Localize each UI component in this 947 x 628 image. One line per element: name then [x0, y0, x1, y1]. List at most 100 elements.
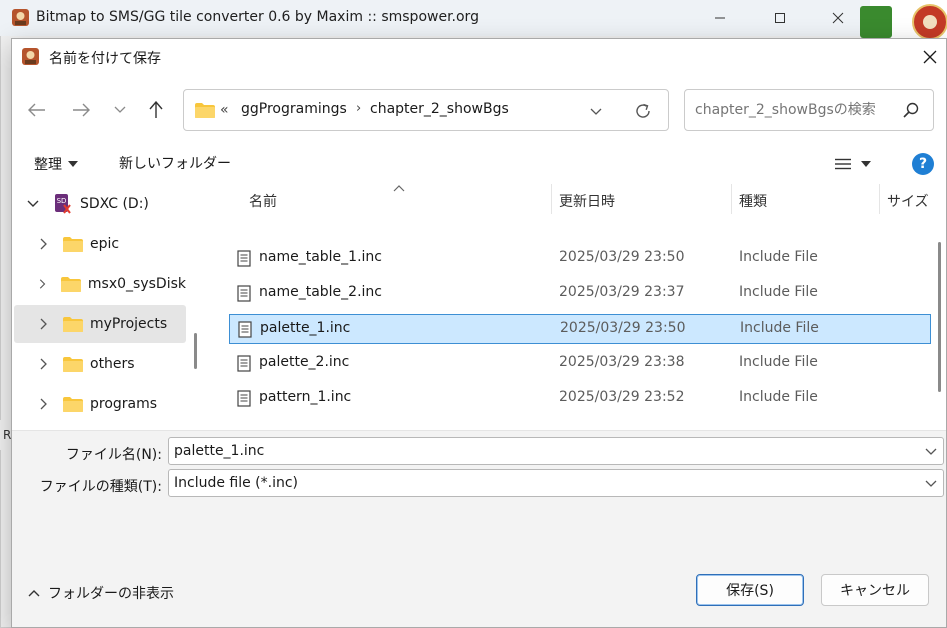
- svg-text:SD: SD: [57, 197, 67, 205]
- folder-icon: [63, 356, 83, 372]
- forward-arrow-icon: [73, 103, 90, 117]
- mascot-avatar: [912, 4, 947, 40]
- table-row[interactable]: pattern_1.inc 2025/03/29 23:52 Include F…: [229, 384, 931, 414]
- search-icon[interactable]: [902, 101, 920, 119]
- table-row[interactable]: palette_2.inc 2025/03/29 23:38 Include F…: [229, 349, 931, 379]
- file-name: name_table_2.inc: [259, 284, 382, 300]
- column-header: 名前 更新日時 種類 サイズ: [211, 184, 941, 214]
- sidebar-scrollbar[interactable]: [194, 333, 197, 369]
- close-icon: [923, 50, 937, 64]
- chevron-down-icon[interactable]: [588, 103, 604, 119]
- tree-item-drive[interactable]: SD SDXC (D:): [14, 185, 186, 223]
- file-name: pattern_1.inc: [259, 389, 352, 405]
- tree-item-label: epic: [90, 236, 120, 252]
- table-row-selected[interactable]: palette_1.inc 2025/03/29 23:50 Include F…: [229, 314, 931, 344]
- file-name: name_table_1.inc: [259, 249, 382, 265]
- table-row[interactable]: name_table_1.inc 2025/03/29 23:50 Includ…: [229, 244, 931, 274]
- filename-label: ファイル名(N):: [65, 447, 162, 463]
- app-icon: [12, 9, 29, 26]
- drive-icon: SD: [55, 194, 71, 214]
- file-list: 名前 更新日時 種類 サイズ name_table_1.inc 2025/03/…: [211, 182, 946, 430]
- column-type[interactable]: 種類: [739, 191, 767, 211]
- breadcrumb-separator[interactable]: ›: [356, 101, 361, 116]
- tree-item-label: others: [90, 356, 135, 372]
- background-window-title: Bitmap to SMS/GG tile converter 0.6 by M…: [36, 9, 479, 25]
- document-icon: [238, 321, 252, 338]
- table-row[interactable]: name_table_2.inc 2025/03/29 23:37 Includ…: [229, 279, 931, 309]
- dialog-close-button[interactable]: [916, 44, 944, 70]
- column-divider[interactable]: [731, 184, 732, 214]
- breadcrumb-chapter-2-showbgs[interactable]: chapter_2_showBgs: [370, 101, 509, 117]
- document-icon: [237, 285, 251, 302]
- filetype-value: Include file (*.inc): [174, 475, 299, 491]
- file-modified: 2025/03/29 23:52: [559, 389, 685, 405]
- caret-down-icon: [861, 161, 871, 167]
- file-modified: 2025/03/29 23:38: [559, 354, 685, 370]
- chevron-down-icon[interactable]: [925, 477, 937, 489]
- save-button[interactable]: 保存(S): [696, 574, 804, 606]
- file-type: Include File: [739, 249, 818, 265]
- hide-folders-toggle[interactable]: フォルダーの非表示: [28, 582, 174, 604]
- folder-icon: [60, 276, 81, 292]
- document-icon: [237, 250, 251, 267]
- folder-icon: [63, 396, 83, 412]
- breadcrumb-ggprogramings[interactable]: ggProgramings: [241, 101, 347, 117]
- close-icon: [832, 12, 844, 24]
- tree-item-msx0-sysdisk[interactable]: msx0_sysDisk: [14, 265, 186, 303]
- chevron-right-icon[interactable]: [36, 317, 50, 331]
- column-divider[interactable]: [879, 184, 880, 214]
- minimize-button[interactable]: [697, 3, 743, 33]
- file-modified: 2025/03/29 23:50: [560, 320, 686, 336]
- help-icon[interactable]: ?: [912, 153, 934, 175]
- navigation-pane: SD SDXC (D:) epic msx0_sysDisk myProject…: [12, 182, 212, 430]
- tree-item-programs[interactable]: programs: [14, 385, 186, 423]
- file-type: Include File: [740, 320, 819, 336]
- file-name: palette_1.inc: [260, 320, 351, 336]
- up-arrow-icon: [149, 101, 163, 118]
- maximize-button[interactable]: [757, 3, 803, 33]
- file-type: Include File: [739, 389, 818, 405]
- forward-button[interactable]: [68, 97, 94, 123]
- filename-combobox[interactable]: [168, 437, 944, 465]
- filetype-label: ファイルの種類(T):: [39, 479, 162, 495]
- tree-item-myprojects[interactable]: myProjects: [14, 305, 186, 343]
- chevron-right-icon[interactable]: [36, 237, 50, 251]
- back-button[interactable]: [24, 97, 50, 123]
- chevron-down-icon[interactable]: [925, 445, 937, 457]
- tree-item-others[interactable]: others: [14, 345, 186, 383]
- column-divider[interactable]: [551, 184, 552, 214]
- organize-button[interactable]: 整理: [34, 153, 78, 175]
- view-menu-icon: [835, 158, 851, 170]
- search-input[interactable]: [695, 100, 895, 120]
- cancel-button[interactable]: キャンセル: [821, 574, 929, 606]
- chevron-right-icon[interactable]: [36, 357, 50, 371]
- search-box[interactable]: [684, 89, 934, 131]
- new-folder-button[interactable]: 新しいフォルダー: [119, 153, 231, 175]
- folder-icon: [63, 236, 83, 252]
- column-name[interactable]: 名前: [249, 191, 277, 211]
- chevron-right-icon[interactable]: [36, 397, 50, 411]
- recent-locations-button[interactable]: [107, 97, 133, 123]
- chevron-right-icon[interactable]: [36, 277, 48, 291]
- tree-item-label: SDXC (D:): [80, 196, 149, 212]
- up-button[interactable]: [143, 97, 169, 123]
- filename-input[interactable]: [174, 443, 914, 459]
- background-green-tile: [860, 6, 892, 38]
- filetype-select[interactable]: Include file (*.inc): [168, 469, 944, 497]
- bg-close-button[interactable]: [815, 3, 861, 33]
- chevron-down-icon[interactable]: [26, 197, 40, 211]
- address-overflow[interactable]: «: [220, 102, 229, 118]
- hide-folders-label: フォルダーの非表示: [48, 586, 174, 602]
- tree-item-epic[interactable]: epic: [14, 225, 186, 263]
- refresh-icon[interactable]: [633, 101, 653, 121]
- dialog-title: 名前を付けて保存: [49, 51, 161, 67]
- column-size[interactable]: サイズ: [887, 191, 929, 211]
- address-bar[interactable]: « ggProgramings › chapter_2_showBgs: [183, 89, 669, 131]
- vertical-scrollbar[interactable]: [938, 242, 941, 392]
- document-icon: [237, 390, 251, 407]
- column-modified[interactable]: 更新日時: [559, 191, 615, 211]
- tree-item-label: myProjects: [90, 316, 168, 332]
- document-icon: [237, 355, 251, 372]
- caret-down-icon: [68, 161, 78, 167]
- view-options-button[interactable]: [835, 152, 871, 176]
